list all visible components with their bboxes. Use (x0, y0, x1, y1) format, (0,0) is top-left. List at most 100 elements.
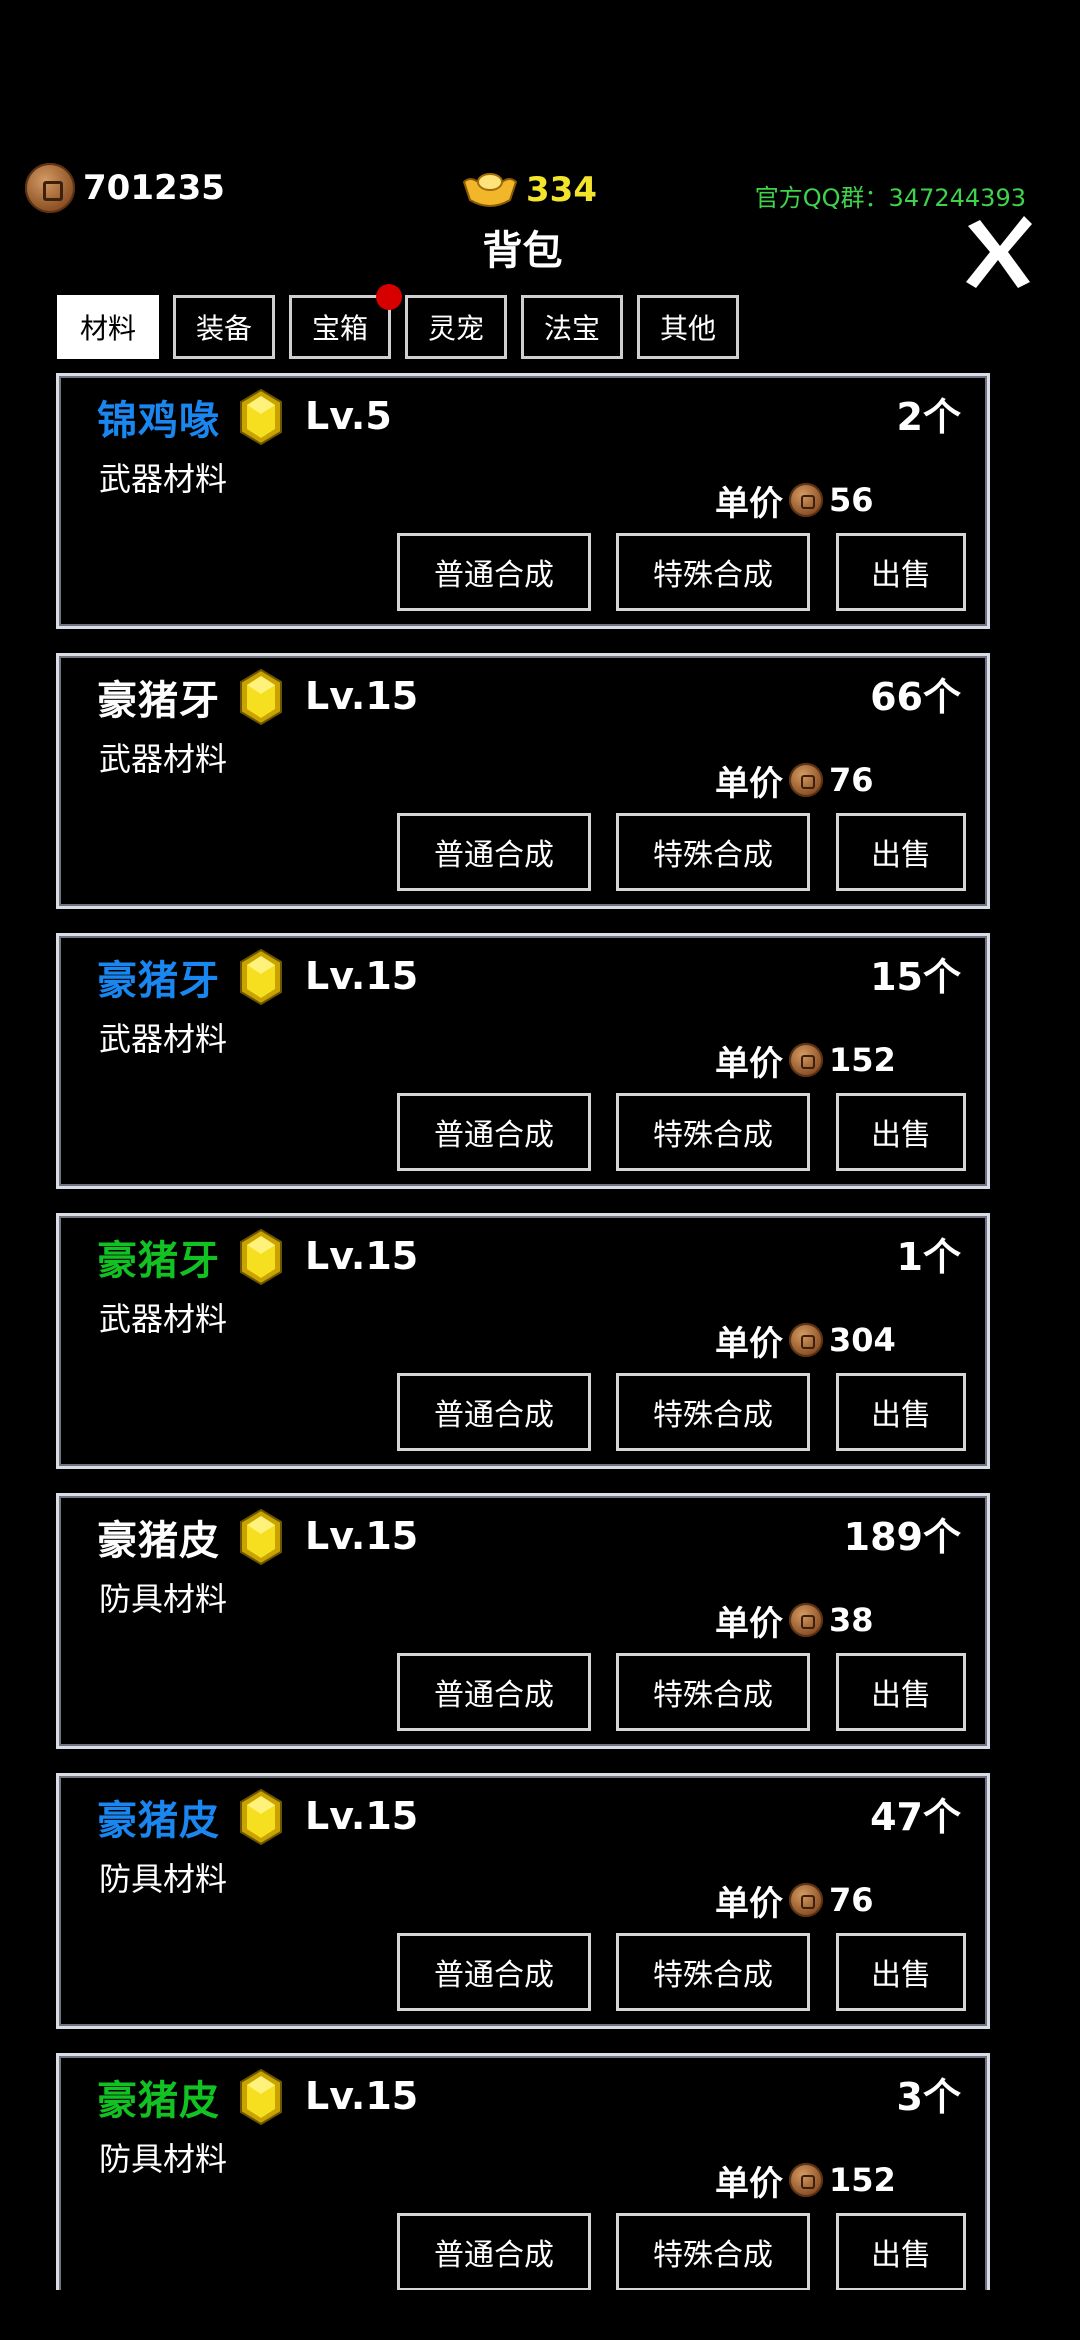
gold-amount: 334 (526, 170, 597, 210)
item-level: Lv.15 (305, 1514, 419, 1558)
unit-price: 单价 76 (715, 1872, 874, 1928)
copper-currency: 701235 (25, 160, 225, 216)
page-title: 背包 (482, 228, 563, 274)
copper-coin-icon (789, 1323, 823, 1357)
copper-coin-icon (789, 1043, 823, 1077)
unit-price: 单价 152 (715, 2152, 896, 2208)
copper-amount: 701235 (83, 168, 225, 208)
gem-icon (237, 948, 285, 1006)
item-name: 豪猪牙 (97, 958, 220, 1004)
gem-icon (237, 668, 285, 726)
special-synthesis-button[interactable]: 特殊合成 (616, 1093, 810, 1171)
category-tabs: 材料 装备 宝箱 灵宠 法宝 其他 (57, 284, 739, 359)
item-category: 防具材料 (99, 1580, 228, 1618)
price-label: 单价 (715, 2163, 783, 2204)
item-count: 1个 (896, 1235, 961, 1279)
list-item: 豪猪皮 Lv.15 47个 防具材料 单价 76 普通合成 特殊合成 出售 (56, 1773, 990, 2029)
list-item: 豪猪皮 Lv.15 189个 防具材料 单价 38 普通合成 特殊合成 出售 (56, 1493, 990, 1749)
normal-synthesis-button[interactable]: 普通合成 (397, 1933, 591, 2011)
normal-synthesis-button[interactable]: 普通合成 (397, 813, 591, 891)
item-level: Lv.15 (305, 1794, 419, 1838)
price-label: 单价 (715, 483, 783, 524)
item-level: Lv.5 (305, 394, 392, 438)
unit-price: 单价 152 (715, 1032, 896, 1088)
item-level: Lv.15 (305, 1234, 419, 1278)
special-synthesis-button[interactable]: 特殊合成 (616, 1933, 810, 2011)
price-label: 单价 (715, 1883, 783, 1924)
normal-synthesis-button[interactable]: 普通合成 (397, 1653, 591, 1731)
item-name: 豪猪皮 (97, 2078, 220, 2124)
tab-pets[interactable]: 灵宠 (405, 295, 507, 359)
sell-button[interactable]: 出售 (836, 533, 966, 611)
item-name: 豪猪牙 (97, 1238, 220, 1284)
price-label: 单价 (715, 1323, 783, 1364)
tab-equipment[interactable]: 装备 (173, 295, 275, 359)
tab-chests[interactable]: 宝箱 (289, 284, 402, 359)
item-category: 武器材料 (99, 740, 228, 778)
item-level: Lv.15 (305, 674, 419, 718)
item-count: 66个 (870, 675, 961, 719)
copper-coin-icon (789, 483, 823, 517)
notification-badge (376, 284, 402, 310)
gem-icon (237, 2068, 285, 2126)
item-category: 武器材料 (99, 1300, 228, 1338)
sell-button[interactable]: 出售 (836, 1093, 966, 1171)
item-count: 15个 (870, 955, 961, 999)
tab-materials[interactable]: 材料 (57, 295, 159, 359)
item-level: Lv.15 (305, 2074, 419, 2118)
tab-others[interactable]: 其他 (637, 295, 739, 359)
normal-synthesis-button[interactable]: 普通合成 (397, 2213, 591, 2290)
unit-price: 单价 38 (715, 1592, 874, 1648)
list-item: 豪猪牙 Lv.15 15个 武器材料 单价 152 普通合成 特殊合成 出售 (56, 933, 990, 1189)
price-value: 152 (829, 2161, 896, 2199)
item-name: 豪猪牙 (97, 678, 220, 724)
special-synthesis-button[interactable]: 特殊合成 (616, 1653, 810, 1731)
gold-currency: 334 (460, 160, 597, 220)
item-count: 2个 (896, 395, 961, 439)
list-item: 豪猪牙 Lv.15 66个 武器材料 单价 76 普通合成 特殊合成 出售 (56, 653, 990, 909)
sell-button[interactable]: 出售 (836, 1653, 966, 1731)
unit-price: 单价 304 (715, 1312, 896, 1368)
tab-treasures[interactable]: 法宝 (521, 295, 623, 359)
sell-button[interactable]: 出售 (836, 2213, 966, 2290)
screen: 701235 334 官方QQ群：347244393 背包 材料 装备 宝箱 灵… (0, 0, 1080, 2290)
item-list: 锦鸡喙 Lv.5 2个 武器材料 单价 56 普通合成 特殊合成 出售 豪猪牙 (56, 373, 990, 2290)
item-category: 武器材料 (99, 460, 228, 498)
price-label: 单价 (715, 763, 783, 804)
list-item: 豪猪牙 Lv.15 1个 武器材料 单价 304 普通合成 特殊合成 出售 (56, 1213, 990, 1469)
special-synthesis-button[interactable]: 特殊合成 (616, 2213, 810, 2290)
price-value: 76 (829, 1881, 874, 1919)
item-level: Lv.15 (305, 954, 419, 998)
copper-coin-icon (789, 1883, 823, 1917)
normal-synthesis-button[interactable]: 普通合成 (397, 1373, 591, 1451)
item-category: 防具材料 (99, 2140, 228, 2178)
gold-ingot-icon (460, 168, 520, 212)
list-item: 豪猪皮 Lv.15 3个 防具材料 单价 152 普通合成 特殊合成 出售 (56, 2053, 990, 2290)
price-value: 76 (829, 761, 874, 799)
unit-price: 单价 76 (715, 752, 874, 808)
price-value: 56 (829, 481, 874, 519)
price-value: 38 (829, 1601, 874, 1639)
item-name: 豪猪皮 (97, 1798, 220, 1844)
price-value: 152 (829, 1041, 896, 1079)
item-count: 189个 (843, 1515, 961, 1559)
list-item: 锦鸡喙 Lv.5 2个 武器材料 单价 56 普通合成 特殊合成 出售 (56, 373, 990, 629)
price-label: 单价 (715, 1043, 783, 1084)
item-category: 防具材料 (99, 1860, 228, 1898)
item-category: 武器材料 (99, 1020, 228, 1058)
special-synthesis-button[interactable]: 特殊合成 (616, 813, 810, 891)
special-synthesis-button[interactable]: 特殊合成 (616, 533, 810, 611)
gem-icon (237, 1788, 285, 1846)
copper-coin-icon (789, 1603, 823, 1637)
special-synthesis-button[interactable]: 特殊合成 (616, 1373, 810, 1451)
sell-button[interactable]: 出售 (836, 1373, 966, 1451)
copper-coin-icon (789, 763, 823, 797)
sell-button[interactable]: 出售 (836, 813, 966, 891)
item-name: 豪猪皮 (97, 1518, 220, 1564)
sell-button[interactable]: 出售 (836, 1933, 966, 2011)
normal-synthesis-button[interactable]: 普通合成 (397, 533, 591, 611)
price-value: 304 (829, 1321, 896, 1359)
normal-synthesis-button[interactable]: 普通合成 (397, 1093, 591, 1171)
close-button[interactable] (960, 212, 1036, 292)
gem-icon (237, 388, 285, 446)
